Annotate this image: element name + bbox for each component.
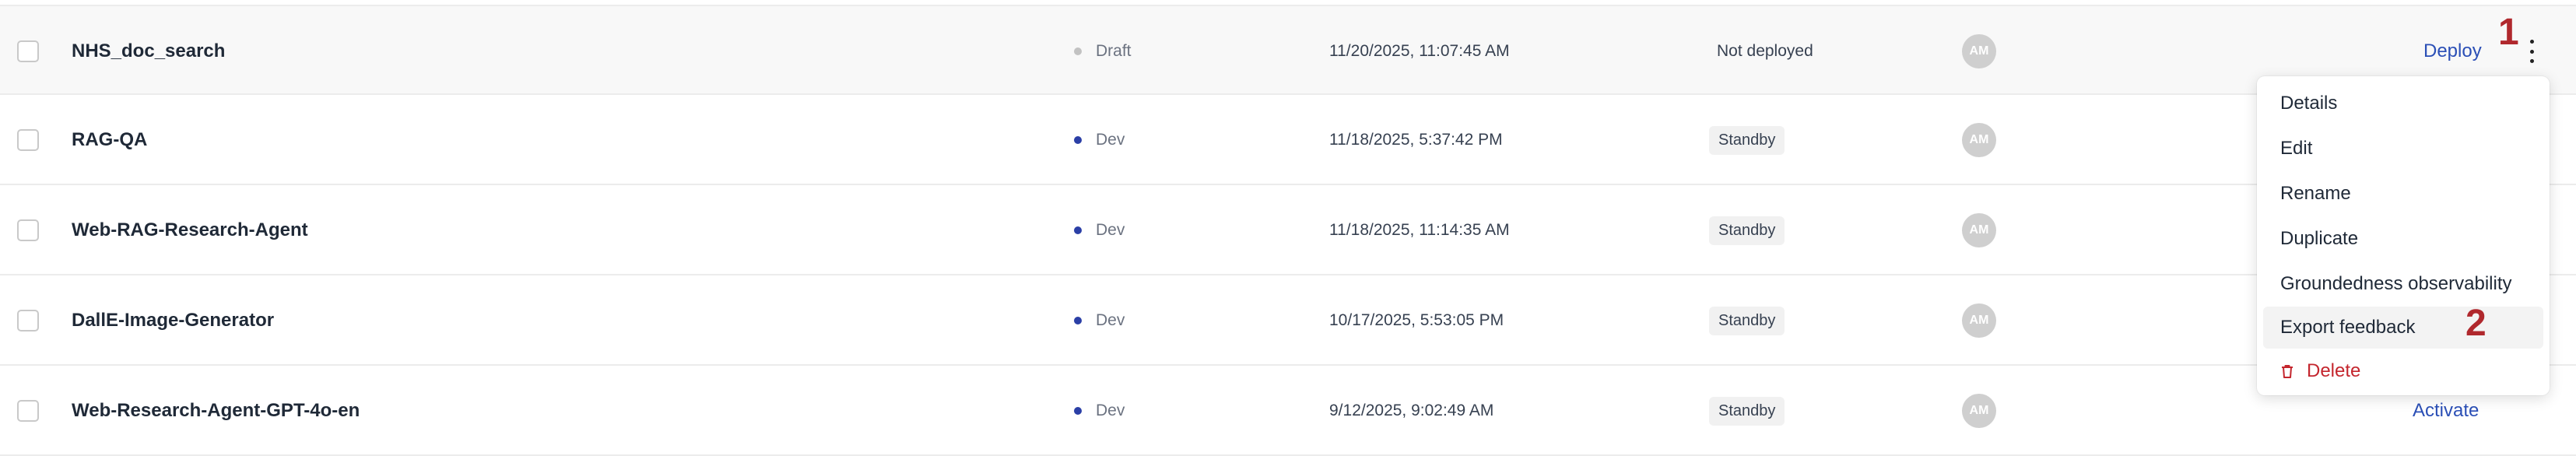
row-context-menu: Details Edit Rename Duplicate Groundedne…	[2257, 76, 2550, 395]
annotation-marker-2: 2	[2465, 303, 2487, 344]
table-row[interactable]: NHS_doc_search Draft 11/20/2025, 11:07:4…	[0, 5, 2576, 95]
status-dot	[1074, 317, 1082, 324]
more-options-icon[interactable]	[2524, 40, 2539, 63]
updated-date: 11/18/2025, 5:37:42 PM	[1329, 131, 1503, 149]
deployment-badge: Standby	[1709, 125, 1785, 155]
avatar: AM	[1962, 213, 1996, 247]
avatar: AM	[1962, 303, 1996, 338]
flow-name[interactable]: Web-Research-Agent-GPT-4o-en	[72, 400, 360, 422]
deployment-badge: Standby	[1709, 306, 1785, 335]
deployment-status: Not deployed	[1717, 42, 1813, 60]
status-dot	[1074, 226, 1082, 234]
avatar: AM	[1962, 394, 1996, 428]
avatar: AM	[1962, 34, 1996, 68]
status-label: Dev	[1096, 311, 1125, 329]
annotation-marker-1: 1	[2498, 12, 2519, 53]
flow-name[interactable]: RAG-QA	[72, 129, 147, 151]
updated-date: 11/20/2025, 11:07:45 AM	[1329, 42, 1510, 60]
deployment-badge: Standby	[1709, 216, 1785, 245]
updated-date: 9/12/2025, 9:02:49 AM	[1329, 402, 1494, 419]
status-dot	[1074, 47, 1082, 55]
row-checkbox[interactable]	[17, 129, 39, 151]
updated-date: 10/17/2025, 5:53:05 PM	[1329, 311, 1504, 329]
table-row[interactable]: RAG-QA Dev 11/18/2025, 5:37:42 PM Standb…	[0, 95, 2576, 185]
status-label: Dev	[1096, 131, 1125, 149]
row-checkbox[interactable]	[17, 40, 39, 62]
deploy-button[interactable]: Deploy	[2423, 40, 2482, 62]
trash-icon	[2282, 365, 2293, 378]
status-label: Dev	[1096, 221, 1125, 239]
row-checkbox[interactable]	[17, 310, 39, 331]
menu-item-details[interactable]: Details	[2263, 82, 2543, 125]
activate-button[interactable]: Activate	[2413, 400, 2479, 422]
avatar: AM	[1962, 123, 1996, 157]
status-label: Draft	[1096, 42, 1132, 60]
flow-name[interactable]: DallE-Image-Generator	[72, 310, 274, 331]
row-checkbox[interactable]	[17, 219, 39, 241]
status-label: Dev	[1096, 402, 1125, 419]
menu-item-export-feedback[interactable]: Export feedback	[2263, 307, 2543, 349]
menu-item-groundedness-observability[interactable]: Groundedness observability	[2263, 263, 2543, 305]
flow-name[interactable]: NHS_doc_search	[72, 40, 225, 62]
flow-name[interactable]: Web-RAG-Research-Agent	[72, 219, 308, 241]
table-row[interactable]: Web-RAG-Research-Agent Dev 11/18/2025, 1…	[0, 185, 2576, 275]
table-row[interactable]: DallE-Image-Generator Dev 10/17/2025, 5:…	[0, 275, 2576, 366]
menu-item-delete[interactable]: Delete	[2263, 350, 2543, 392]
delete-label: Delete	[2307, 360, 2361, 381]
row-checkbox[interactable]	[17, 400, 39, 422]
menu-item-edit[interactable]: Edit	[2263, 128, 2543, 170]
menu-item-rename[interactable]: Rename	[2263, 173, 2543, 215]
table-row[interactable]: Web-Research-Agent-GPT-4o-en Dev 9/12/20…	[0, 366, 2576, 456]
status-dot	[1074, 136, 1082, 144]
status-dot	[1074, 407, 1082, 415]
deployment-badge: Standby	[1709, 396, 1785, 426]
menu-item-duplicate[interactable]: Duplicate	[2263, 218, 2543, 260]
updated-date: 11/18/2025, 11:14:35 AM	[1329, 221, 1510, 239]
